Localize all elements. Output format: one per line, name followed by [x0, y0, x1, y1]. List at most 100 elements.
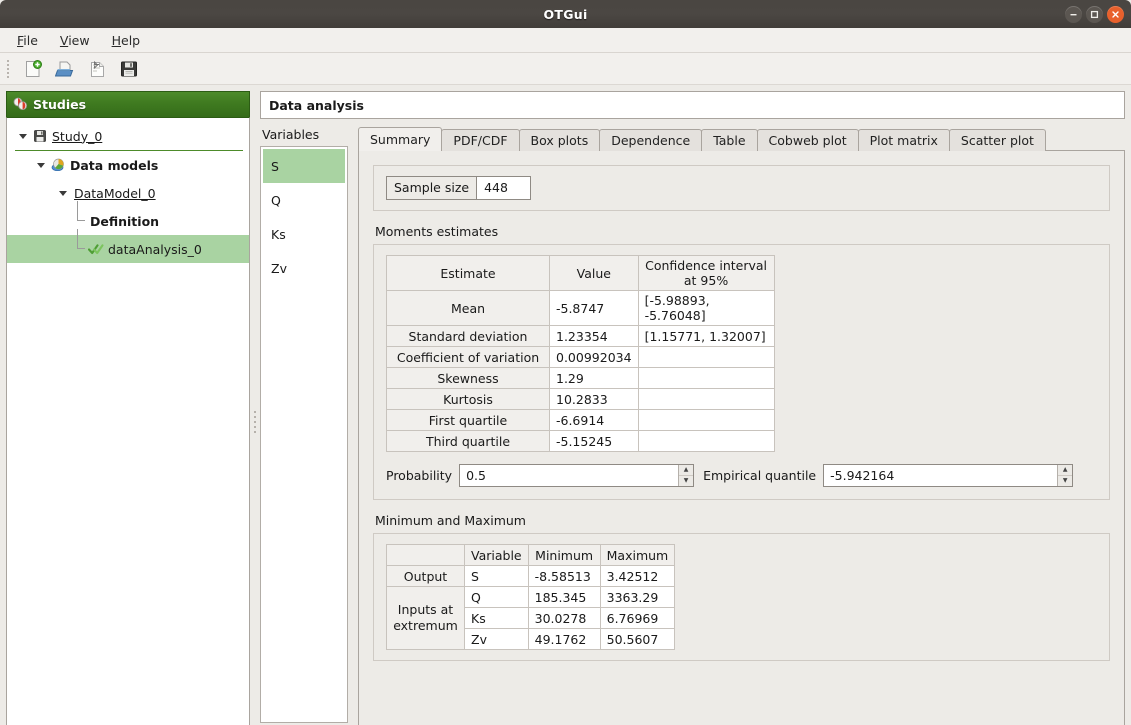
tree-branch-line: [71, 235, 87, 263]
tree-item-data-models[interactable]: Data models: [7, 151, 249, 179]
toolbar-grip[interactable]: [4, 58, 12, 80]
tab-pdf-cdf[interactable]: PDF/CDF: [441, 129, 519, 151]
variable-item-ks[interactable]: Ks: [263, 217, 345, 251]
studies-tree[interactable]: Study_0 Data models Dat: [6, 117, 250, 725]
table-row: First quartile -6.6914: [387, 410, 775, 431]
variables-panel: Variables S Q Ks Zv: [260, 127, 348, 725]
moments-row-0-estimate: Mean: [387, 291, 550, 326]
tab-table[interactable]: Table: [701, 129, 757, 151]
content-panel: Data analysis Variables S Q Ks Zv Summar…: [260, 91, 1125, 725]
moments-row-0-ci: [-5.98893, -5.76048]: [638, 291, 774, 326]
window-title: OTGui: [543, 7, 587, 22]
expand-arrow-icon[interactable]: [33, 161, 49, 170]
import-button[interactable]: [82, 56, 112, 82]
probability-spinbox[interactable]: ▲ ▼: [459, 464, 694, 487]
minmax-output-label: Output: [387, 566, 465, 587]
empirical-quantile-spinner-buttons[interactable]: ▲ ▼: [1057, 465, 1072, 486]
moments-row-2-estimate: Coefficient of variation: [387, 347, 550, 368]
empirical-quantile-spinbox[interactable]: ▲ ▼: [823, 464, 1073, 487]
splitter-handle[interactable]: [254, 411, 256, 433]
maximize-button[interactable]: [1086, 6, 1103, 23]
spinner-down-icon[interactable]: ▼: [1058, 476, 1072, 486]
moments-row-3-ci: [638, 368, 774, 389]
menu-file[interactable]: File: [8, 30, 47, 51]
table-row: Skewness 1.29: [387, 368, 775, 389]
new-document-button[interactable]: [18, 56, 48, 82]
spinner-up-icon[interactable]: ▲: [679, 465, 693, 476]
spinner-down-icon[interactable]: ▼: [679, 476, 693, 486]
save-button[interactable]: [114, 56, 144, 82]
variables-label: Variables: [260, 127, 348, 142]
moments-row-3-estimate: Skewness: [387, 368, 550, 389]
tab-dependence-label: Dependence: [611, 133, 690, 148]
tab-cobweb-plot[interactable]: Cobweb plot: [757, 129, 859, 151]
moments-row-6-ci: [638, 431, 774, 452]
expand-arrow-icon[interactable]: [55, 189, 71, 198]
minmax-output-0-minimum: -8.58513: [528, 566, 600, 587]
minmax-input-2-maximum: 50.5607: [600, 629, 675, 650]
minmax-frame: Variable Minimum Maximum Output S -8.585…: [373, 533, 1110, 661]
menu-file-rest: ile: [23, 33, 38, 48]
panel-splitter[interactable]: [250, 91, 260, 725]
maximize-icon: [1090, 10, 1099, 19]
tree-item-study-0[interactable]: Study_0: [7, 122, 249, 150]
empirical-quantile-label: Empirical quantile: [694, 468, 823, 483]
table-row: Kurtosis 10.2833: [387, 389, 775, 410]
variable-item-s-label: S: [271, 159, 279, 174]
moments-row-0-value: -5.8747: [550, 291, 639, 326]
tree-item-data-analysis-0[interactable]: dataAnalysis_0: [7, 235, 249, 263]
spinner-up-icon[interactable]: ▲: [1058, 465, 1072, 476]
empirical-quantile-input[interactable]: [824, 465, 1057, 486]
variable-item-q[interactable]: Q: [263, 183, 345, 217]
table-row: Inputs at extremum Q 185.345 3363.29: [387, 587, 675, 608]
tab-table-label: Table: [713, 133, 745, 148]
tree-item-datamodel-0[interactable]: DataModel_0: [7, 179, 249, 207]
minimize-icon: [1069, 10, 1078, 19]
tab-pdf-cdf-label: PDF/CDF: [453, 133, 507, 148]
probability-spinner-buttons[interactable]: ▲ ▼: [678, 465, 693, 486]
tab-summary[interactable]: Summary: [358, 127, 442, 151]
minmax-input-2-variable: Zv: [465, 629, 529, 650]
page-title-label: Data analysis: [269, 98, 364, 113]
new-file-icon: [23, 59, 43, 79]
variable-item-s[interactable]: S: [263, 149, 345, 183]
sample-size-row: Sample size 448: [386, 176, 1097, 200]
moments-row-4-value: 10.2833: [550, 389, 639, 410]
probability-input[interactable]: [460, 465, 678, 486]
menu-help-rest: elp: [121, 33, 140, 48]
probability-label: Probability: [386, 468, 459, 483]
moments-row-5-ci: [638, 410, 774, 431]
minmax-input-0-minimum: 185.345: [528, 587, 600, 608]
menu-help[interactable]: Help: [103, 30, 150, 51]
studies-header: Studies: [6, 91, 250, 117]
minmax-input-0-maximum: 3363.29: [600, 587, 675, 608]
menu-view[interactable]: View: [51, 30, 99, 51]
floppy-save-icon: [119, 59, 139, 79]
menu-view-rest: iew: [68, 33, 89, 48]
variable-item-ks-label: Ks: [271, 227, 286, 242]
sample-size-frame: Sample size 448: [373, 165, 1110, 211]
tab-plot-matrix[interactable]: Plot matrix: [858, 129, 950, 151]
tree-item-datamodel-0-label: DataModel_0: [71, 186, 156, 201]
tab-cobweb-plot-label: Cobweb plot: [769, 133, 847, 148]
moments-table: Estimate Value Confidence interval at 95…: [386, 255, 775, 452]
tab-box-plots[interactable]: Box plots: [519, 129, 601, 151]
studies-icon: [13, 97, 28, 112]
open-document-button[interactable]: [50, 56, 80, 82]
tree-item-definition[interactable]: Definition: [7, 207, 249, 235]
moments-row-5-value: -6.6914: [550, 410, 639, 431]
minmax-section-label: Minimum and Maximum: [375, 513, 1110, 528]
minmax-input-1-maximum: 6.76969: [600, 608, 675, 629]
variable-item-zv[interactable]: Zv: [263, 251, 345, 285]
close-icon: [1111, 10, 1120, 19]
variables-list[interactable]: S Q Ks Zv: [260, 146, 348, 723]
expand-arrow-icon[interactable]: [15, 132, 31, 141]
close-button[interactable]: [1107, 6, 1124, 23]
moments-row-6-estimate: Third quartile: [387, 431, 550, 452]
moments-header-value: Value: [550, 256, 639, 291]
tab-dependence[interactable]: Dependence: [599, 129, 702, 151]
tab-scatter-plot[interactable]: Scatter plot: [949, 129, 1046, 151]
tab-box-plots-label: Box plots: [531, 133, 589, 148]
tab-scatter-plot-label: Scatter plot: [961, 133, 1034, 148]
minimize-button[interactable]: [1065, 6, 1082, 23]
